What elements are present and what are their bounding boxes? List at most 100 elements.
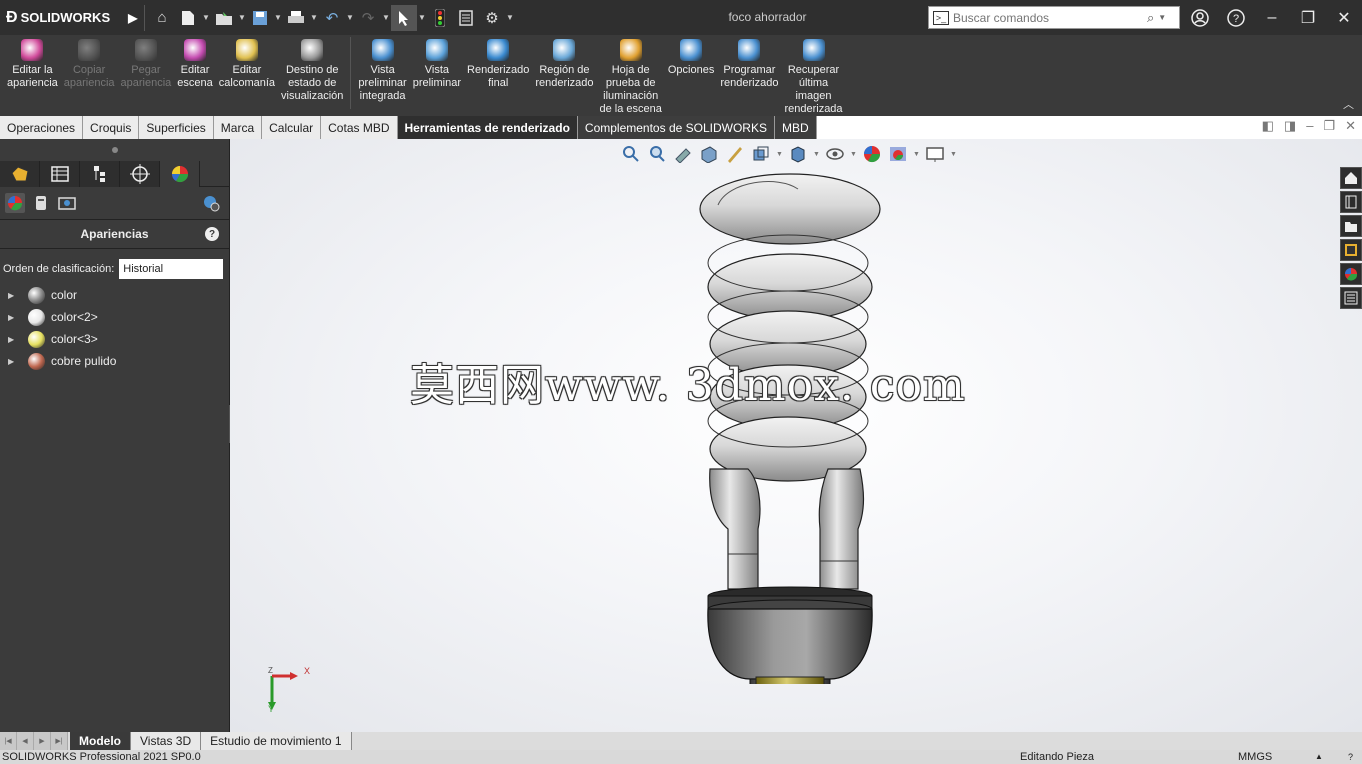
minimize-icon[interactable]: – [1306,118,1313,134]
ribbon-button-vista-preliminar-integrada[interactable]: Vista preliminar integrada [355,35,409,103]
select-cursor-icon[interactable] [391,4,417,31]
close-icon[interactable]: ✕ [1345,118,1356,134]
chevron-up-icon[interactable]: ▲ [1315,750,1323,764]
property-manager-tab[interactable] [40,161,80,187]
view-settings-icon[interactable] [924,145,946,163]
new-document-icon[interactable] [175,5,201,31]
chevron-down-icon[interactable]: ▼ [1158,13,1166,22]
tab-calcular[interactable]: Calcular [262,116,322,139]
feature-manager-tab[interactable] [0,161,40,187]
chevron-down-icon[interactable]: ▼ [201,13,211,22]
bottom-tab-estudio-de-movimiento-1[interactable]: Estudio de movimiento 1 [201,732,352,750]
design-library-icon[interactable] [1340,191,1362,213]
appearances-view-icon[interactable] [5,193,25,213]
configuration-manager-tab[interactable] [80,161,120,187]
ribbon-button-region-de-renderizado[interactable]: Región de renderizado [532,35,596,90]
restore-icon[interactable]: ❐ [1323,118,1335,134]
expand-arrow-icon[interactable]: ▶ [8,335,20,344]
bottom-tab-modelo[interactable]: Modelo [70,732,131,750]
ribbon-button-hoja-de-prueba-de-iluminacion-de-la-escena[interactable]: Hoja de prueba de iluminación de la escena [596,35,664,116]
chevron-down-icon[interactable]: ▼ [381,13,391,22]
zoom-to-fit-icon[interactable] [620,145,642,163]
ribbon-button-opciones[interactable]: Opciones [665,35,717,77]
open-document-icon[interactable] [211,5,237,31]
chevron-down-icon[interactable]: ▼ [505,13,515,22]
display-manager-tab[interactable] [160,161,200,187]
ribbon-button-renderizado-final[interactable]: Renderizado final [464,35,532,90]
expand-arrow-icon[interactable]: ▶ [8,313,20,322]
help-icon[interactable]: ? [1218,0,1254,35]
edit-appearance-icon[interactable] [861,145,883,163]
chevron-down-icon[interactable]: ▼ [913,151,920,158]
last-tab-icon[interactable]: ▶| [51,732,68,750]
zoom-to-area-icon[interactable] [646,145,668,163]
help-icon[interactable]: ? [1348,750,1353,764]
cfl-bulb-model[interactable] [688,169,888,684]
chevron-down-icon[interactable]: ▼ [950,151,957,158]
chevron-down-icon[interactable]: ▼ [309,13,319,22]
view-orientation-icon[interactable] [750,145,772,163]
appearance-item[interactable]: ▶ color<3> [0,328,229,350]
tab-superficies[interactable]: Superficies [139,116,214,139]
command-search[interactable]: >_ ⌕ ▼ [928,6,1180,29]
ribbon-button-destino-de-estado-de-visualizacion[interactable]: Destino de estado de visualización [278,35,346,103]
close-icon[interactable]: ✕ [1326,0,1362,35]
view-palette-icon[interactable] [1340,239,1362,261]
restore-icon[interactable]: ❐ [1290,0,1326,35]
graphics-area[interactable]: ▼ ▼ ▼ ▼ ▼ 莫西网www. 3dmox. com X Y Z [230,139,1362,732]
hide-show-items-icon[interactable] [824,145,846,163]
redo-icon[interactable]: ↷ [355,5,381,31]
tile-right-icon[interactable]: ◨ [1284,118,1296,134]
apply-scene-icon[interactable] [887,145,909,163]
chevron-down-icon[interactable]: ▼ [345,13,355,22]
first-tab-icon[interactable]: |◀ [0,732,17,750]
chevron-down-icon[interactable]: ▼ [273,13,283,22]
chevron-down-icon[interactable]: ▼ [237,13,247,22]
solidworks-logo[interactable]: Ɖ SOLIDWORKS ▶ [0,9,140,27]
ribbon-button-copiar-apariencia[interactable]: Copiar apariencia [61,35,118,90]
ribbon-button-editar-calcomania[interactable]: Editar calcomanía [216,35,278,90]
bottom-tab-vistas-3d[interactable]: Vistas 3D [131,732,202,750]
ribbon-button-vista-preliminar[interactable]: Vista preliminar [410,35,464,90]
tab-complementos-de-solidworks[interactable]: Complementos de SOLIDWORKS [577,116,775,139]
gear-icon[interactable]: ⚙ [479,5,505,31]
menu-expand-icon[interactable]: ▶ [128,11,137,25]
ribbon-button-pegar-apariencia[interactable]: Pegar apariencia [118,35,175,90]
user-account-icon[interactable] [1182,0,1218,35]
custom-properties-icon[interactable] [1340,287,1362,309]
ribbon-button-editar-escena[interactable]: Editar escena [174,35,215,90]
panel-grip[interactable] [0,139,229,161]
appearance-item[interactable]: ▶ cobre pulido [0,350,229,372]
chevron-down-icon[interactable]: ▼ [850,151,857,158]
appearances-scenes-decals-icon[interactable] [1340,263,1362,285]
print-icon[interactable] [283,5,309,31]
appearance-item[interactable]: ▶ color [0,284,229,306]
tab-mbd[interactable]: MBD [774,116,817,139]
chevron-down-icon[interactable]: ▼ [417,13,427,22]
expand-arrow-icon[interactable]: ▶ [8,291,20,300]
chevron-down-icon[interactable]: ▼ [776,151,783,158]
tab-operaciones[interactable]: Operaciones [0,116,84,139]
display-style-icon[interactable] [787,145,809,163]
ribbon-button-editar-la-apariencia[interactable]: Editar la apariencia [4,35,61,90]
search-icon[interactable]: ⌕ [1147,10,1154,26]
minimize-icon[interactable]: – [1254,0,1290,35]
next-tab-icon[interactable]: ▶ [34,732,51,750]
file-properties-icon[interactable] [453,5,479,31]
save-icon[interactable] [247,5,273,31]
unit-system-text[interactable]: MMGS [1238,750,1272,764]
tab-herramientas-de-renderizado[interactable]: Herramientas de renderizado [397,116,578,139]
section-view-icon[interactable] [698,145,720,163]
tab-croquis[interactable]: Croquis [83,116,140,139]
help-icon[interactable]: ? [205,227,219,241]
tile-left-icon[interactable]: ◧ [1262,118,1274,134]
scene-lights-cameras-icon[interactable] [57,193,77,213]
render-settings-icon[interactable] [201,193,221,213]
home-icon[interactable]: ⌂ [149,5,175,31]
collapse-ribbon-icon[interactable]: ︿ [1343,96,1354,112]
prev-tab-icon[interactable]: ◀ [17,732,34,750]
solidworks-resources-icon[interactable] [1340,167,1362,189]
rebuild-traffic-light-icon[interactable] [427,5,453,31]
sort-order-select[interactable]: Historial [119,259,224,279]
dimxpert-manager-tab[interactable] [120,161,160,187]
